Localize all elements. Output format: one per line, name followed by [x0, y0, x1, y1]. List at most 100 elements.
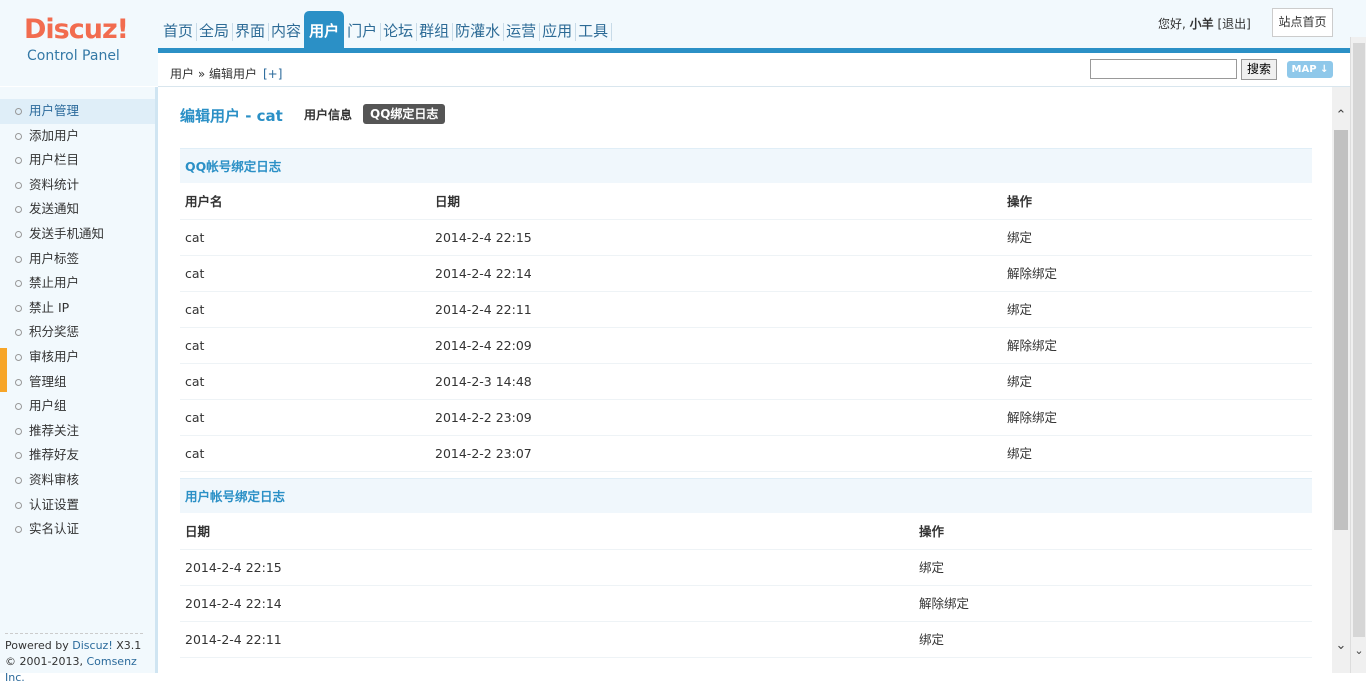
cell-date: 2014-2-4 22:15: [435, 230, 532, 245]
sidebar-item-send-sms[interactable]: 发送手机通知: [0, 222, 155, 247]
col-username: 用户名: [185, 194, 223, 209]
nav-item-global[interactable]: 全局: [196, 11, 234, 48]
footer-powered: Powered by Discuz! X3.1: [5, 638, 143, 654]
tab-user-info[interactable]: 用户信息: [304, 106, 352, 123]
search-input[interactable]: [1090, 59, 1237, 79]
user-info: 您好, 小羊 [退出]: [1158, 15, 1251, 32]
sidebar-item-add-user[interactable]: 添加用户: [0, 124, 155, 149]
nav-item-apps[interactable]: 应用: [539, 11, 577, 48]
map-button[interactable]: MAP ↓: [1287, 61, 1333, 78]
table-row: 2014-2-4 22:15 绑定: [180, 550, 1312, 586]
window-scroll-down-icon[interactable]: ⌄: [1351, 643, 1366, 659]
sidebar-item-ban-user[interactable]: 禁止用户: [0, 271, 155, 296]
qq-section-title: QQ帐号绑定日志: [180, 148, 1312, 183]
map-label: MAP: [1291, 64, 1317, 75]
cell-action: 绑定: [1007, 446, 1033, 461]
col-action: 操作: [1007, 194, 1033, 209]
nav-item-group[interactable]: 群组: [416, 11, 454, 48]
sidebar-item-ban-ip[interactable]: 禁止 IP: [0, 296, 155, 321]
logo[interactable]: Discuz! Control Panel: [0, 0, 158, 86]
sidebar-item-profile-review[interactable]: 资料审核: [0, 468, 155, 493]
col-action: 操作: [919, 524, 945, 539]
logo-subtitle: Control Panel: [27, 48, 120, 64]
window-scroll-thumb[interactable]: [1353, 43, 1365, 637]
search-button[interactable]: 搜索: [1241, 59, 1277, 80]
breadcrumb: 用户 » 编辑用户 [+]: [170, 65, 282, 82]
site-home-button[interactable]: 站点首页: [1272, 8, 1333, 37]
footer-copyright: © 2001-2013, Comsenz Inc.: [5, 654, 143, 686]
cell-action: 解除绑定: [1007, 266, 1058, 281]
sidebar-item-user-tags[interactable]: 用户标签: [0, 247, 155, 272]
scroll-up-icon[interactable]: ⌃: [1332, 107, 1350, 125]
tab-qq-log[interactable]: QQ绑定日志: [363, 104, 446, 124]
table-row: cat 2014-2-4 22:14 解除绑定: [180, 256, 1312, 292]
sidebar-item-recommend-friends[interactable]: 推荐好友: [0, 443, 155, 468]
window-scrollbar[interactable]: ⌄: [1350, 37, 1366, 673]
footer-version: X3.1: [112, 639, 142, 652]
cell-username: cat: [185, 266, 205, 281]
logout-link[interactable]: [退出]: [1218, 17, 1251, 31]
sidebar-item-realname[interactable]: 实名认证: [0, 517, 155, 542]
table-row: cat 2014-2-2 23:07 绑定: [180, 436, 1312, 472]
nav-item-user[interactable]: 用户: [304, 11, 345, 48]
logo-brand: Discuz!: [24, 14, 129, 45]
cell-username: cat: [185, 374, 205, 389]
cell-action: 绑定: [1007, 374, 1033, 389]
sidebar-item-send-notice[interactable]: 发送通知: [0, 197, 155, 222]
nav-item-antispam[interactable]: 防灌水: [452, 11, 505, 48]
nav-item-content[interactable]: 内容: [268, 11, 306, 48]
greeting: 您好,: [1158, 17, 1186, 31]
nav-item-tools[interactable]: 工具: [575, 11, 613, 48]
sidebar-item-credits[interactable]: 积分奖惩: [0, 320, 155, 345]
table-row: cat 2014-2-4 22:11 绑定: [180, 292, 1312, 328]
sidebar-item-user-manage[interactable]: 用户管理: [0, 99, 155, 124]
cell-date: 2014-2-4 22:14: [435, 266, 532, 281]
cell-username: cat: [185, 410, 205, 425]
cell-action: 解除绑定: [1007, 410, 1058, 425]
qq-log-table: 用户名 日期 操作 cat 2014-2-4 22:15 绑定 cat 2014…: [180, 184, 1312, 472]
page-title: 编辑用户 - cat: [180, 107, 283, 125]
table-row: cat 2014-2-4 22:09 解除绑定: [180, 328, 1312, 364]
sidebar-item-admin-groups[interactable]: 管理组: [0, 370, 155, 395]
main-content: 编辑用户 - cat 用户信息 QQ绑定日志 QQ帐号绑定日志 用户名 日期 操…: [161, 87, 1332, 673]
table-row: cat 2014-2-4 22:15 绑定: [180, 220, 1312, 256]
cell-date: 2014-2-4 22:09: [435, 338, 532, 353]
cell-username: cat: [185, 446, 205, 461]
table-header: 日期 操作: [180, 514, 1312, 550]
sidebar-item-user-fields[interactable]: 用户栏目: [0, 148, 155, 173]
cell-action: 解除绑定: [919, 596, 970, 611]
cell-username: cat: [185, 230, 205, 245]
table-header: 用户名 日期 操作: [180, 184, 1312, 220]
cell-date: 2014-2-3 14:48: [435, 374, 532, 389]
discuz-link[interactable]: Discuz!: [72, 639, 112, 652]
content-scrollbar[interactable]: ⌃ ⌄: [1332, 87, 1350, 673]
sidebar-item-verify-settings[interactable]: 认证设置: [0, 493, 155, 518]
cell-action: 绑定: [919, 632, 945, 647]
cell-date: 2014-2-2 23:09: [435, 410, 532, 425]
sidebar-item-recommend-follow[interactable]: 推荐关注: [0, 419, 155, 444]
table-row: 2014-2-4 22:14 解除绑定: [180, 586, 1312, 622]
arrow-down-icon: ↓: [1320, 64, 1329, 75]
sidebar-item-user-groups[interactable]: 用户组: [0, 394, 155, 419]
sidebar-item-moderate-users[interactable]: 审核用户: [0, 345, 155, 370]
col-date: 日期: [435, 194, 461, 209]
top-nav: 首页 全局 界面 内容 用户 门户 论坛 群组 防灌水 运营 应用 工具: [160, 11, 613, 48]
add-favorite-link[interactable]: [+]: [263, 67, 282, 81]
cell-action: 解除绑定: [1007, 338, 1058, 353]
sidebar-toggle-handle[interactable]: [0, 348, 7, 392]
nav-item-style[interactable]: 界面: [232, 11, 270, 48]
scroll-down-icon[interactable]: ⌄: [1332, 637, 1350, 655]
cell-date: 2014-2-4 22:15: [185, 560, 282, 575]
sidebar-menu: 用户管理 添加用户 用户栏目 资料统计 发送通知 发送手机通知 用户标签 禁止用…: [0, 99, 155, 542]
col-date: 日期: [185, 524, 211, 539]
sidebar-item-profile-stats[interactable]: 资料统计: [0, 173, 155, 198]
cell-date: 2014-2-2 23:07: [435, 446, 532, 461]
scroll-thumb[interactable]: [1334, 130, 1348, 530]
nav-item-home[interactable]: 首页: [160, 11, 198, 48]
username: 小羊: [1189, 17, 1214, 31]
table-row: 2014-2-4 22:11 绑定: [180, 622, 1312, 658]
nav-item-operation[interactable]: 运营: [503, 11, 541, 48]
nav-item-portal[interactable]: 门户: [344, 11, 382, 48]
cell-date: 2014-2-4 22:14: [185, 596, 282, 611]
nav-item-forum[interactable]: 论坛: [380, 11, 418, 48]
